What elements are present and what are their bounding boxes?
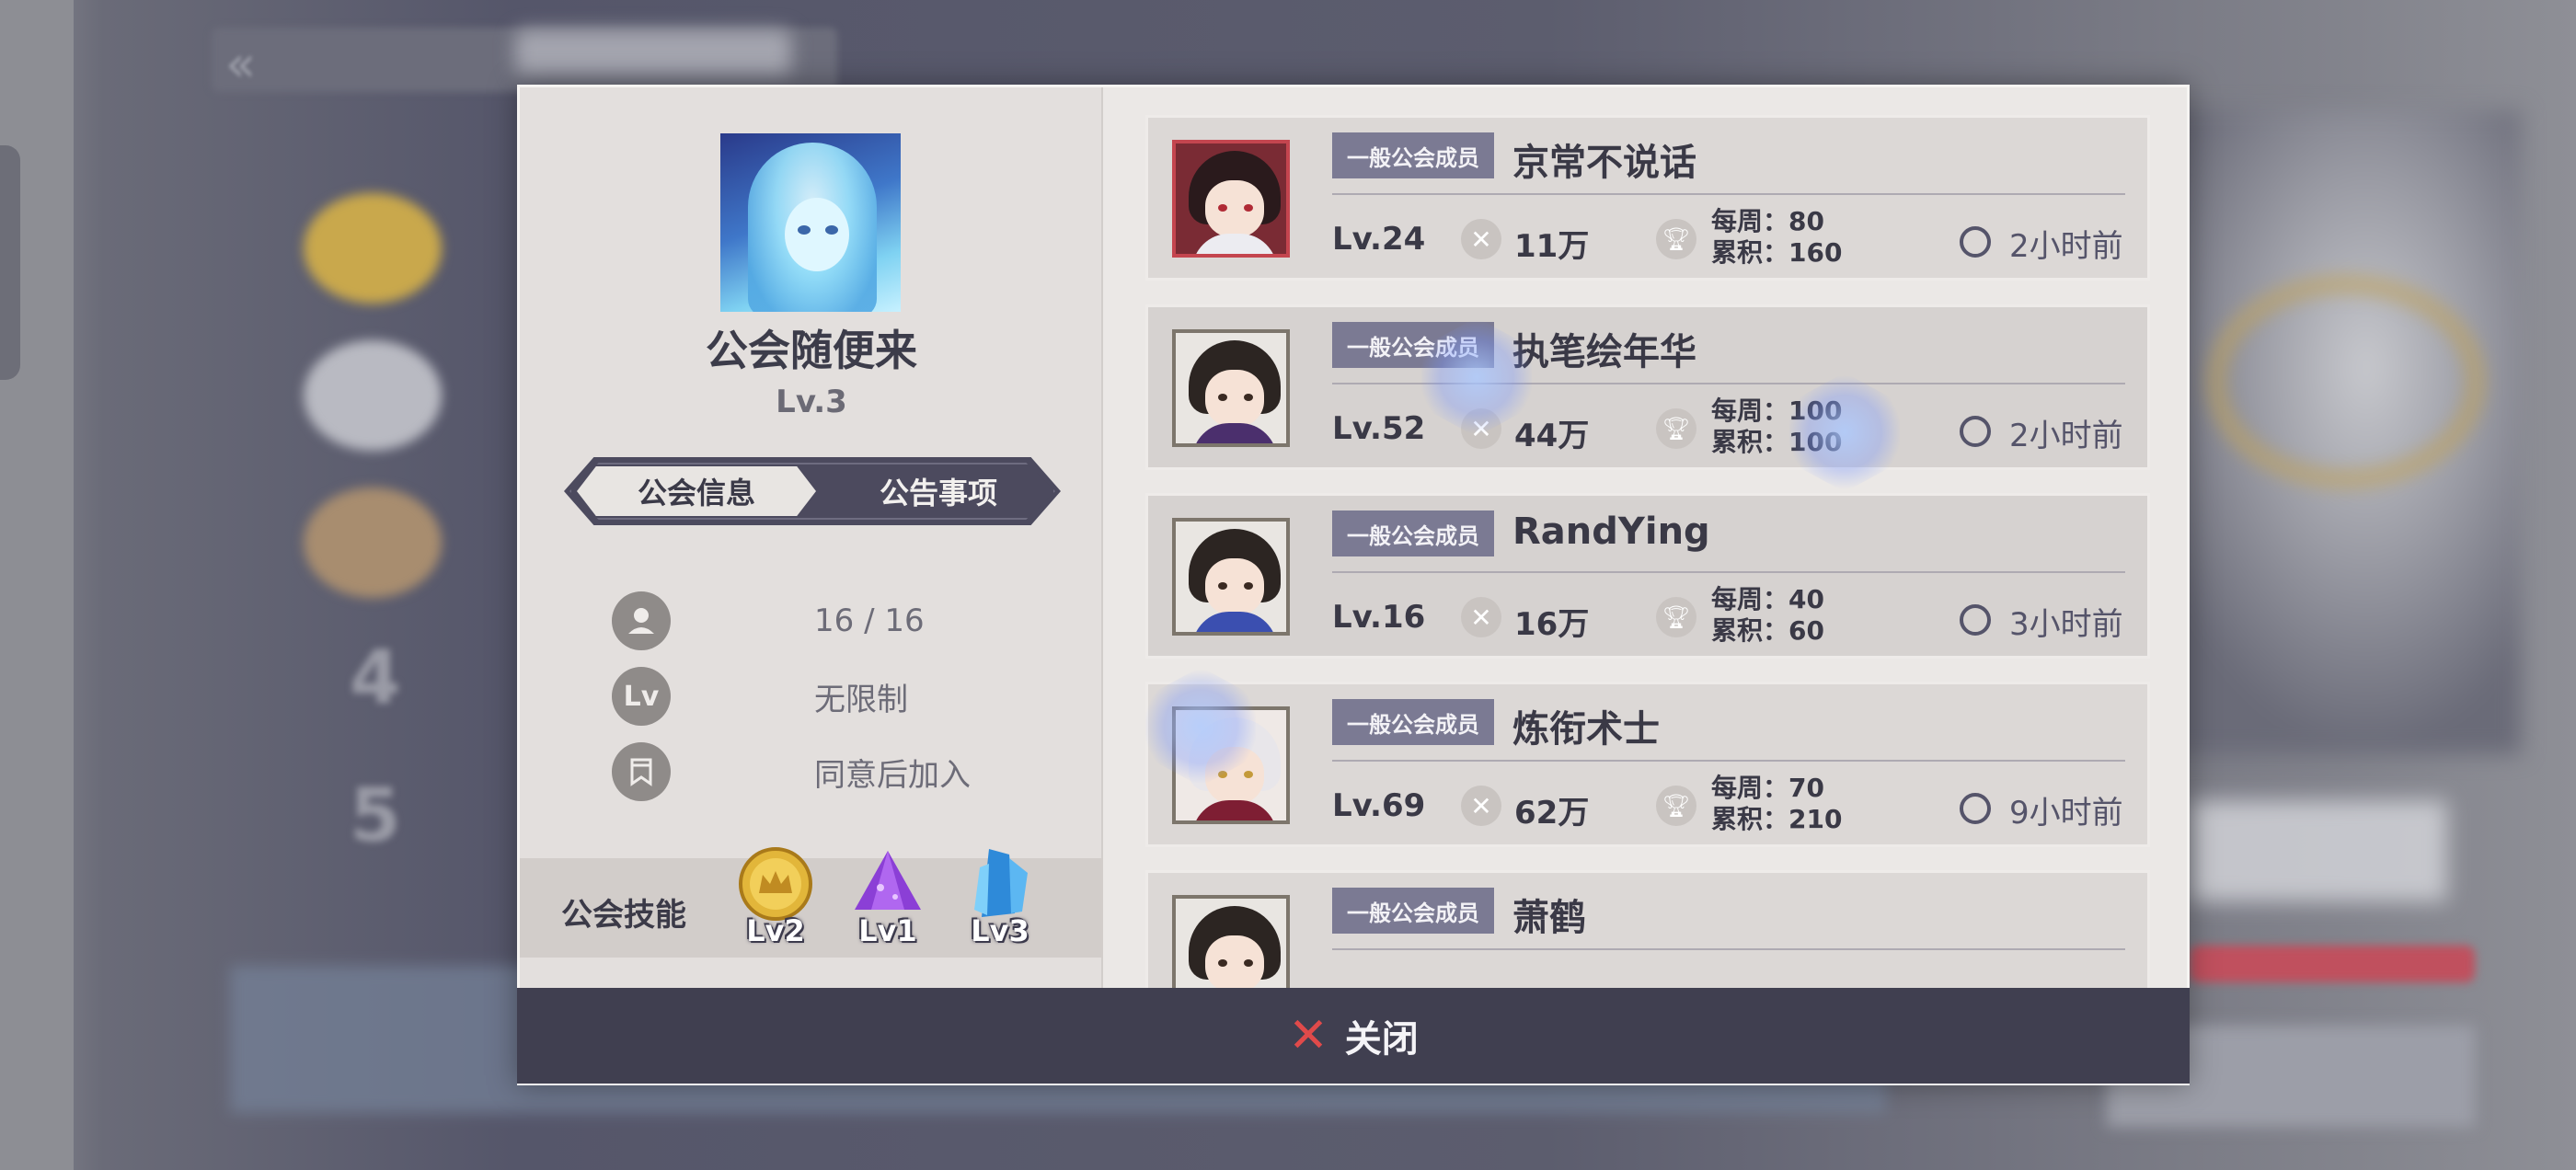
last-online: 2小时前 [2009,418,2123,454]
last-online: 2小时前 [2009,228,2123,265]
close-icon: ✕ [1288,1008,1328,1063]
trophy-icon: 🏆︎ [1656,597,1696,637]
trophy-icon: 🏆︎ [1656,408,1696,449]
contribution: 每周：40 累积：60 [1711,584,1824,647]
close-button[interactable]: ✕ 关闭 [517,988,2190,1084]
background-red-bar [2190,946,2475,982]
last-online: 9小时前 [2009,795,2123,832]
role-badge: 一般公会成员 [1332,132,1494,178]
trophy-icon: 🏆︎ [1656,219,1696,259]
member-name: RandYing [1512,510,1710,553]
member-power: 11万 [1514,228,1590,265]
member-name: 萧鹤 [1512,897,1586,939]
guild-skills-bar: 公会技能 Lv2 Lv1 Lv3 [520,847,1103,958]
tab-guild-info[interactable]: 公会信息 [577,466,816,516]
clock-icon [1960,793,1991,824]
clock-icon [1960,604,1991,636]
swords-icon: ✕ [1461,219,1501,259]
member-level: Lv.16 [1332,599,1426,636]
last-online: 3小时前 [2009,606,2123,643]
divider [1332,571,2125,573]
divider [1332,193,2125,195]
join-policy: 同意后加入 [814,756,971,794]
avatar [1172,329,1290,447]
rank-badge-bronze-icon [304,488,442,598]
avatar [1172,895,1290,989]
info-row-members: 16 / 16 [612,591,1072,650]
weekly-contribution: 每周：80 [1711,206,1824,236]
trophy-icon: 🏆︎ [1656,786,1696,826]
list-item[interactable]: 一般公会成员 执笔绘年华 Lv.52 ✕ 44万 🏆︎ 每周：100 累积：10… [1145,304,2150,470]
tab-guild-notice[interactable]: 公告事项 [823,466,1053,516]
guild-skills-label: 公会技能 [561,897,686,934]
member-level: Lv.24 [1332,221,1426,258]
role-badge: 一般公会成员 [1332,888,1494,934]
close-label: 关闭 [1344,1018,1419,1061]
rank-number-blur: 5 [350,773,401,858]
level-icon: Lv [612,667,671,726]
list-item[interactable]: 一般公会成员 萧鹤 [1145,870,2150,989]
member-count: 16 / 16 [814,602,925,639]
skill-purple-crystal[interactable]: Lv1 [842,845,934,956]
clock-icon [1960,416,1991,447]
side-drawer-handle[interactable] [0,145,20,380]
guild-summary-panel: 公会随便来 Lv.3 公会信息 公告事项 16 / 16 Lv 无限制 同意后加… [520,87,1103,989]
total-contribution: 累积：60 [1711,615,1824,646]
banner-icon [612,742,671,801]
background-text-block [2190,800,2447,901]
contribution: 每周：80 累积：160 [1711,206,1842,269]
level-requirement: 无限制 [814,681,908,718]
info-row-level-requirement: Lv 无限制 [612,667,1072,726]
weekly-contribution: 每周：40 [1711,584,1824,614]
contribution: 每周：70 累积：210 [1711,773,1842,835]
member-name: 炼衔术士 [1512,708,1660,751]
info-row-join-policy: 同意后加入 [612,742,1072,801]
list-item[interactable]: 一般公会成员 RandYing Lv.16 ✕ 16万 🏆︎ 每周：40 累积：… [1145,493,2150,659]
swords-icon: ✕ [1461,597,1501,637]
background-title-blur [515,29,791,75]
rank-badge-silver-icon [304,340,442,451]
member-power: 44万 [1514,418,1590,454]
avatar [1172,518,1290,636]
rank-badge-gold-icon [304,193,442,304]
rank-number-blur: 4 [350,635,401,720]
blue-crystal-icon [974,849,1028,917]
role-badge: 一般公会成员 [1332,510,1494,556]
background-gold-ring [2208,276,2484,488]
skill-blue-crystal[interactable]: Lv3 [954,845,1046,956]
purple-crystal-icon [855,851,921,910]
member-level: Lv.52 [1332,410,1426,447]
skill-level: Lv1 [858,913,917,948]
member-name: 执笔绘年华 [1512,331,1696,373]
divider [1332,948,2125,950]
clock-icon [1960,226,1991,258]
avatar [1172,140,1290,258]
member-name: 京常不说话 [1512,142,1696,184]
member-power: 62万 [1514,795,1590,832]
member-list[interactable]: 一般公会成员 京常不说话 Lv.24 ✕ 11万 🏆︎ 每周：80 累积：160… [1145,115,2157,989]
background-ranking-column: 4 5 [276,138,497,1104]
guild-level: Lv.3 [776,384,847,420]
list-item[interactable]: 一般公会成员 炼衔术士 Lv.69 ✕ 62万 🏆︎ 每周：70 累积：210 … [1145,682,2150,847]
total-contribution: 累积：210 [1711,804,1843,834]
skill-gold-crown[interactable]: Lv2 [730,845,822,956]
total-contribution: 累积：160 [1711,237,1843,268]
swords-icon: ✕ [1461,786,1501,826]
person-icon [612,591,671,650]
back-arrow-icon: « [225,35,257,93]
weekly-contribution: 每周：70 [1711,773,1824,803]
divider [1332,760,2125,762]
member-level: Lv.69 [1332,787,1426,824]
skill-level: Lv3 [971,913,1029,948]
guild-name: 公会随便来 [706,326,917,375]
guild-info-dialog: 公会随便来 Lv.3 公会信息 公告事项 16 / 16 Lv 无限制 同意后加… [517,85,2190,1085]
gold-crown-coin-icon [739,847,812,921]
list-item[interactable]: 一般公会成员 京常不说话 Lv.24 ✕ 11万 🏆︎ 每周：80 累积：160… [1145,115,2150,281]
role-badge: 一般公会成员 [1332,699,1494,745]
member-power: 16万 [1514,606,1590,643]
guild-avatar [720,133,901,312]
skill-level: Lv2 [746,913,805,948]
